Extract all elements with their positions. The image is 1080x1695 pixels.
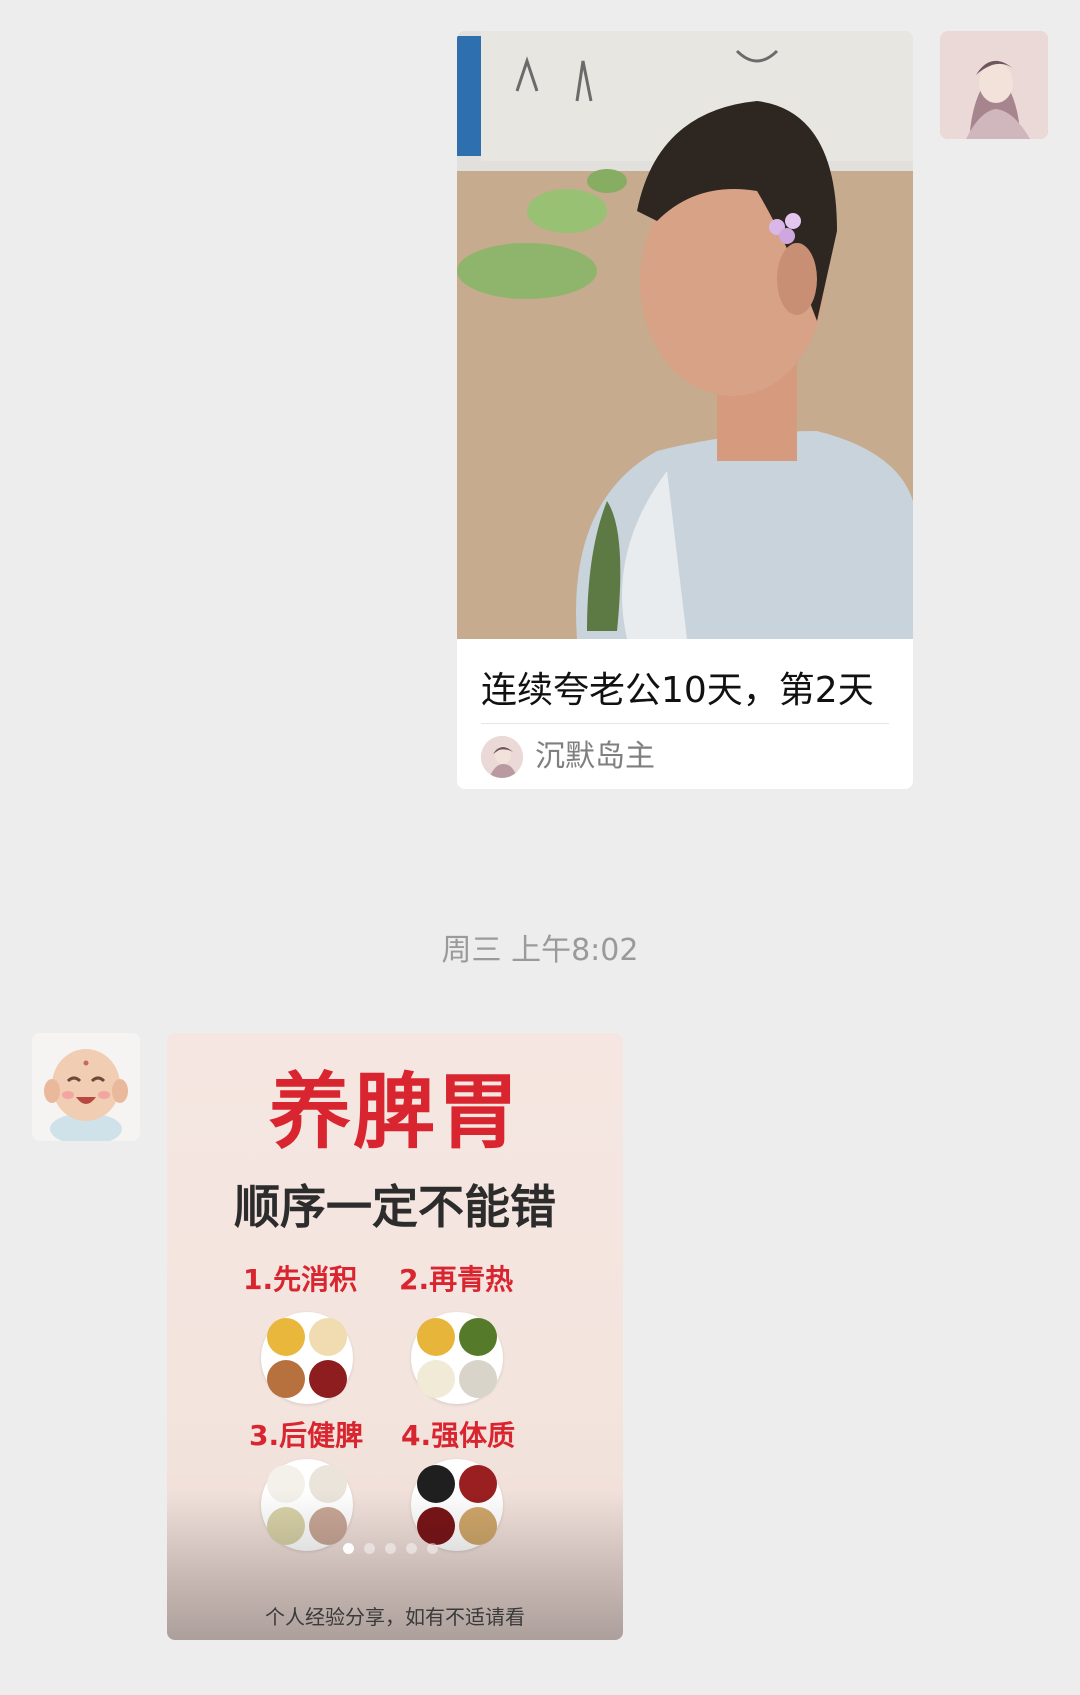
- smiling-buddha-avatar-icon: [32, 1033, 140, 1141]
- pager-dot: [427, 1543, 438, 1554]
- article-title: 连续夸老公10天，第2天: [481, 670, 874, 711]
- step-label: 4.强体质: [401, 1419, 516, 1452]
- message-timestamp: 周三 上午8:02: [441, 933, 639, 968]
- card-divider: [481, 723, 889, 724]
- pager-dot: [406, 1543, 417, 1554]
- shared-article-card[interactable]: 连续夸老公10天，第2天 沉默岛主: [457, 31, 913, 789]
- image-message[interactable]: 养脾胃 顺序一定不能错 1.先消积 2.再青热 3.后健脾 4.强体质 个人经验…: [167, 1033, 623, 1640]
- carousel-indicator: [343, 1543, 438, 1554]
- image-subheadline: 顺序一定不能错: [234, 1180, 556, 1234]
- pager-dot: [364, 1543, 375, 1554]
- anime-girl-avatar-icon: [940, 31, 1048, 139]
- my-avatar[interactable]: [940, 31, 1048, 139]
- step-label: 2.再青热: [399, 1263, 514, 1296]
- ingredient-plate: [411, 1312, 503, 1404]
- article-cover-photo: [457, 31, 913, 639]
- pager-dot: [343, 1543, 354, 1554]
- image-caption: 个人经验分享，如有不适请看: [265, 1605, 525, 1629]
- cover-photo-illustration: [457, 31, 913, 639]
- image-headline: 养脾胃: [268, 1065, 521, 1160]
- step-label: 3.后健脾: [249, 1419, 364, 1452]
- author-name: 沉默岛主: [535, 739, 655, 774]
- step-label: 1.先消积: [243, 1263, 358, 1296]
- ingredient-plate: [261, 1312, 353, 1404]
- author-avatar: [481, 736, 523, 778]
- friend-avatar[interactable]: [32, 1033, 140, 1141]
- pager-dot: [385, 1543, 396, 1554]
- author-avatar-icon: [481, 736, 523, 778]
